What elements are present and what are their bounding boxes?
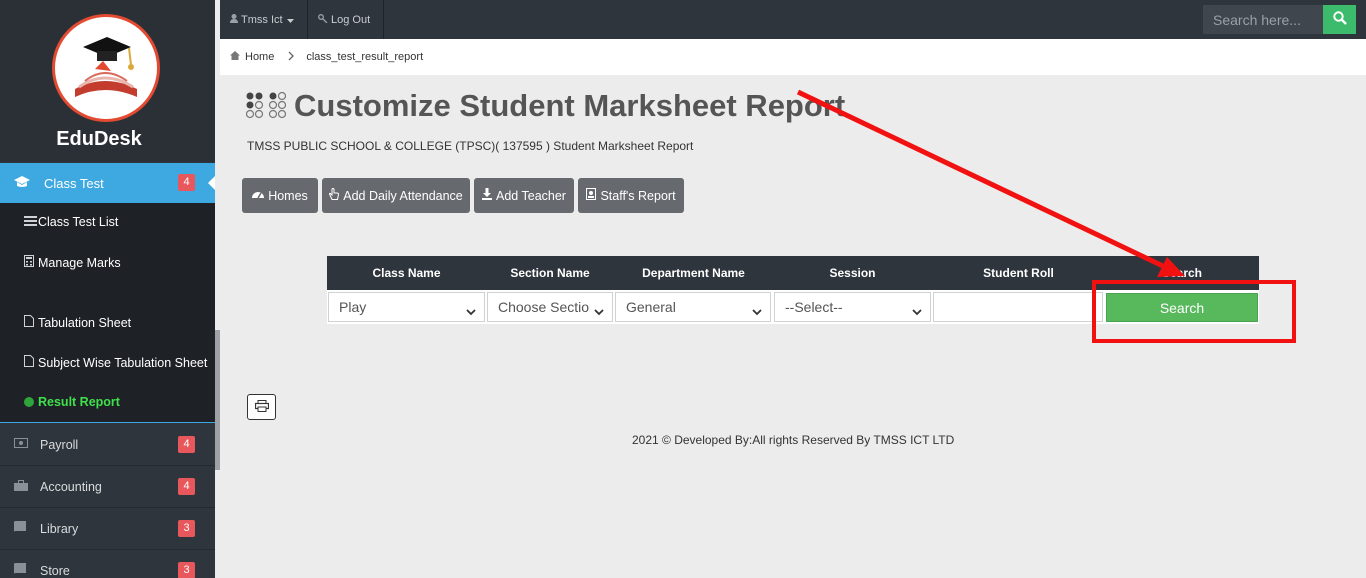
brand-name: EduDesk [56,128,142,150]
count-badge: 4 [178,174,195,191]
header-department-name: Department Name [642,266,745,280]
search-icon [1332,11,1347,28]
search-button[interactable] [1323,5,1356,34]
logout-link[interactable]: Log Out [308,0,384,39]
department-name-select[interactable]: General [615,292,771,322]
add-daily-attendance-button[interactable]: Add Daily Attendance [322,178,470,213]
count-badge: 4 [178,436,195,453]
add-teacher-label: Add Teacher [496,188,566,203]
page-subtitle: TMSS PUBLIC SCHOOL & COLLEGE (TPSC)( 137… [247,139,694,153]
sidebar-item-subject-wise-tabulation[interactable]: Subject Wise Tabulation Sheet [24,355,207,370]
sidebar-item-class-test-list[interactable]: Class Test List [24,215,118,229]
session-select[interactable]: --Select-- [774,292,931,322]
caret-down-icon [286,14,294,26]
footer-text: 2021 © Developed By:All rights Reserved … [632,433,955,447]
briefcase-icon [14,479,40,494]
header-class-name: Class Name [372,266,441,280]
dashboard-icon [252,189,265,202]
sidebar-item-label: Class Test List [38,215,119,229]
chevron-down-icon [912,303,922,319]
sidebar-scrollbar[interactable] [215,330,220,470]
header-session: Session [829,266,876,280]
chevron-down-icon [752,303,762,319]
top-navbar: Tmss Ict Log Out [220,0,1366,39]
download-icon [482,188,493,203]
sidebar-item-label: Subject Wise Tabulation Sheet [38,355,208,370]
class-name-select[interactable]: Play [328,292,485,322]
user-name: Tmss Ict [241,13,283,26]
sidebar-item-manage-marks[interactable]: Manage Marks [24,255,121,270]
file-icon [24,315,38,330]
key-icon [318,13,328,26]
chevron-right-icon [288,50,295,64]
count-badge: 3 [178,520,195,537]
active-dot-icon [24,397,34,407]
count-badge: 3 [178,562,195,578]
header-section-name: Section Name [510,266,590,280]
section-name-select[interactable]: Choose Section [487,292,613,322]
sidebar-item-payroll[interactable]: Payroll 4 [0,424,215,466]
breadcrumb-home-label: Home [245,51,275,63]
session-value: --Select-- [785,299,843,315]
sidebar-item-library[interactable]: Library 3 [0,508,215,550]
section-name-value: Choose Section [498,299,590,315]
report-icon [586,188,597,203]
chevron-down-icon [594,303,604,319]
breadcrumb: Home class_test_result_report [220,39,1366,75]
student-roll-input[interactable] [933,292,1103,322]
department-name-value: General [626,299,676,315]
money-icon [14,438,40,451]
sidebar-item-class-test[interactable]: Class Test 4 [0,163,215,203]
page-title: Customize Student Marksheet Report [294,88,846,123]
homes-button[interactable]: Homes [242,178,318,213]
caret-left-icon [208,176,215,190]
add-daily-attendance-label: Add Daily Attendance [343,188,463,203]
sidebar-item-label: Accounting [40,479,102,494]
top-search [1203,5,1356,34]
user-menu[interactable]: Tmss Ict [220,0,308,39]
breadcrumb-current: class_test_result_report [306,51,424,63]
sidebar-item-label: Manage Marks [38,255,121,270]
brand: EduDesk [0,0,215,162]
sidebar-item-label: Library [40,521,79,536]
homes-label: Homes [268,188,308,203]
sidebar-item-result-report[interactable]: Result Report [24,395,120,409]
staffs-report-button[interactable]: Staff's Report [578,178,684,213]
book-icon [14,521,40,536]
annotation-highlight-box [1092,280,1296,343]
class-name-value: Play [339,299,367,315]
hand-pointer-icon [329,188,340,203]
calculator-icon [24,255,38,270]
print-button[interactable] [247,394,276,420]
sidebar-submenu: Class Test List Manage Marks Tabulation … [0,203,215,423]
user-icon [230,13,238,26]
braille-icon [245,91,287,122]
sidebar-item-label: Class Test [44,175,104,191]
logout-label: Log Out [331,13,371,26]
header-student-roll: Student Roll [983,266,1054,280]
count-badge: 4 [178,478,195,495]
sidebar-item-accounting[interactable]: Accounting 4 [0,466,215,508]
staffs-report-label: Staff's Report [600,188,676,203]
sidebar-item-label: Store [40,563,70,578]
home-icon [230,51,240,63]
sidebar-item-label: Result Report [38,395,120,409]
add-teacher-button[interactable]: Add Teacher [474,178,574,213]
file-icon [24,355,38,370]
logo-image [52,14,160,122]
search-input[interactable] [1203,5,1323,34]
sidebar-item-store[interactable]: Store 3 [0,550,215,578]
breadcrumb-home[interactable]: Home [230,51,274,63]
sidebar-item-tabulation-sheet[interactable]: Tabulation Sheet [24,315,131,330]
sidebar-item-label: Tabulation Sheet [38,315,132,330]
sidebar-item-label: Payroll [40,437,79,452]
page-header: Customize Student Marksheet Report [245,88,846,124]
book-icon [14,563,40,578]
sidebar: EduDesk Class Test 4 Class Test List Man… [0,0,215,578]
chevron-down-icon [466,303,476,319]
list-icon [24,215,38,229]
print-icon [254,399,269,415]
graduation-cap-icon [14,175,30,191]
